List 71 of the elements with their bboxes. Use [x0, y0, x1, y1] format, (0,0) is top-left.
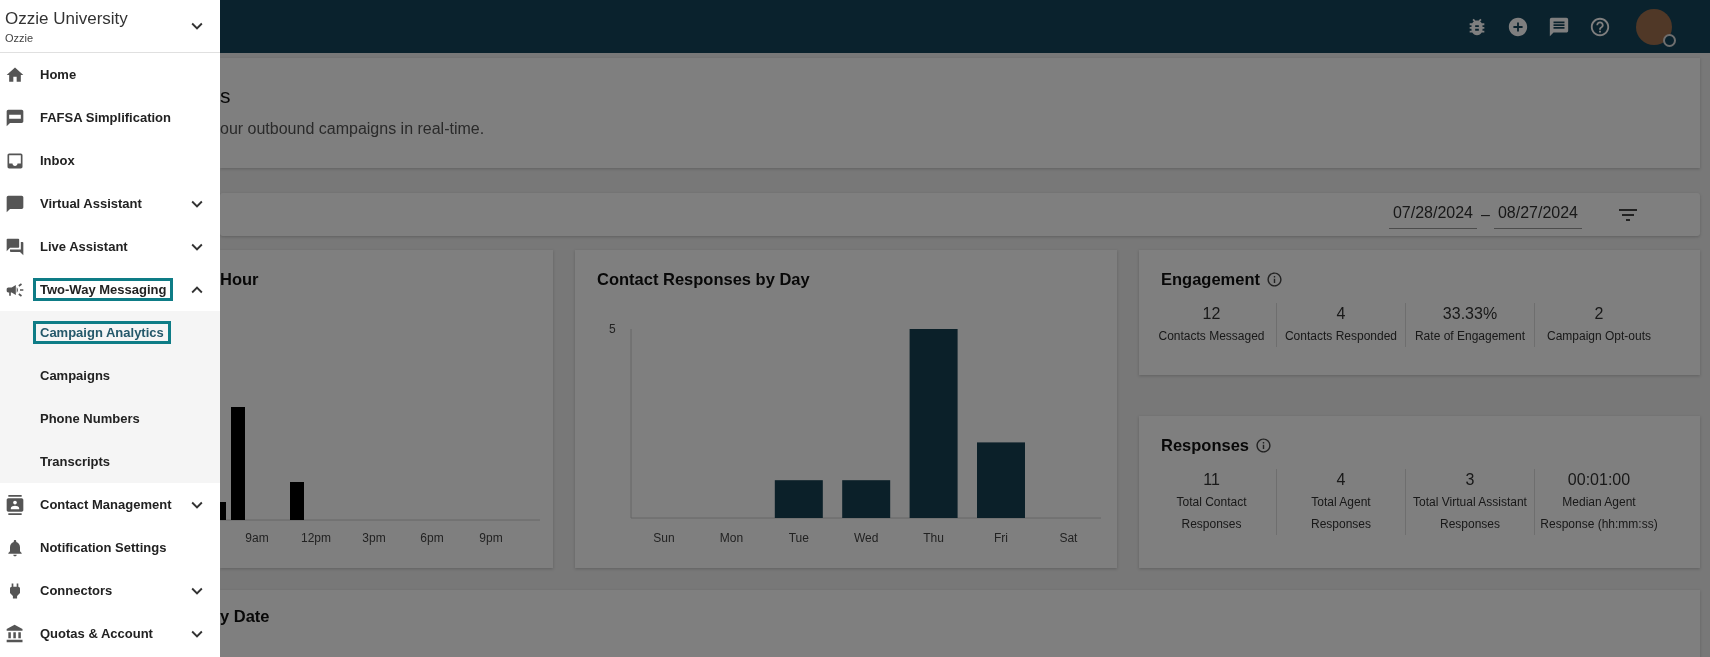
nav-item[interactable]: Transcripts: [40, 454, 208, 469]
nav-item[interactable]: Notification Settings: [40, 540, 208, 555]
stat-value: 33.33%: [1442, 304, 1498, 324]
add-icon[interactable]: [1507, 15, 1529, 38]
stat-label: Total Contact Responses: [1175, 494, 1248, 533]
nav-item[interactable]: Virtual Assistant: [40, 196, 186, 211]
stat-value: 2: [1594, 304, 1604, 324]
stat-label: Total Agent Responses: [1309, 494, 1372, 533]
bell-icon: [5, 537, 25, 558]
start-date-field[interactable]: 07/28/2024: [1388, 200, 1477, 229]
nav-item[interactable]: Two-Way Messaging: [33, 278, 174, 301]
page-title: s: [220, 84, 232, 108]
nav-item[interactable]: Connectors: [40, 583, 186, 598]
card-title: Engagement: [1161, 270, 1261, 289]
chat-bubbles-icon: [5, 236, 25, 257]
card-title: y Date: [220, 607, 270, 625]
stat-label: Median Agent Response (hh:mm:ss): [1539, 494, 1659, 533]
nav-item[interactable]: Inbox: [40, 153, 208, 168]
card-title: Contact Responses by Day: [597, 270, 810, 288]
page-subtitle: our outbound campaigns in real-time.: [220, 120, 486, 138]
stat-label: Campaign Opt-outs: [1546, 328, 1652, 345]
axis-label: Fri: [994, 531, 1008, 545]
bar: [774, 480, 823, 518]
nav-item[interactable]: Live Assistant: [40, 239, 186, 254]
axis-label: Mon: [719, 531, 744, 545]
nav-item[interactable]: FAFSA Simplification: [40, 110, 208, 125]
bank-icon: [5, 623, 25, 644]
nav-item[interactable]: Campaigns: [40, 368, 208, 383]
info-icon[interactable]: [1266, 271, 1284, 288]
end-date-field[interactable]: 08/27/2024: [1493, 200, 1582, 229]
nav-item[interactable]: Campaign Analytics: [33, 321, 171, 344]
stat-value: 4: [1336, 470, 1346, 490]
contact-card-icon: [5, 494, 25, 515]
axis-label: 9am: [245, 531, 269, 545]
stat-value: 00:01:00: [1567, 470, 1631, 490]
stat-label: Contacts Messaged: [1158, 328, 1265, 345]
nav-item[interactable]: Home: [40, 67, 208, 82]
organization-name: Ozzie University: [5, 8, 129, 29]
axis-label: Wed: [853, 531, 879, 545]
bar: [220, 502, 226, 520]
nav-item[interactable]: Quotas & Account: [40, 626, 186, 641]
axis-label: Sun: [653, 531, 675, 545]
info-icon[interactable]: [1255, 437, 1273, 454]
axis-label: 12pm: [301, 531, 331, 545]
help-icon[interactable]: [1589, 15, 1611, 38]
stat-value: 3: [1465, 470, 1475, 490]
chat-icon[interactable]: [1548, 15, 1570, 38]
stat-label: Total Virtual Assistant Responses: [1412, 494, 1528, 533]
stat-value: 11: [1203, 470, 1220, 490]
axis-label: 3pm: [362, 531, 386, 545]
stat-label: Rate of Engagement: [1414, 328, 1526, 345]
tick-label: 5: [609, 322, 616, 336]
nav-item[interactable]: Contact Management: [40, 497, 186, 512]
nav-item[interactable]: Phone Numbers: [40, 411, 208, 426]
axis-label: 6pm: [420, 531, 444, 545]
stat-label: Contacts Responded: [1284, 328, 1398, 345]
bar: [842, 480, 891, 518]
chat-icon: [5, 193, 25, 214]
axis-label: 9pm: [479, 531, 503, 545]
stat-value: 12: [1202, 304, 1221, 324]
organization-short-name: Ozzie: [5, 31, 35, 44]
status-indicator: [1663, 33, 1676, 47]
axis-label: Thu: [923, 531, 944, 545]
bar: [290, 482, 304, 520]
card-title: Hour: [220, 270, 259, 288]
stat-value: 4: [1336, 304, 1346, 324]
date-separator: –: [1481, 205, 1490, 224]
card-title: Responses: [1161, 436, 1250, 455]
axis-label: Tue: [788, 531, 809, 545]
message-icon: [5, 107, 25, 128]
axis-label: Sat: [1059, 531, 1078, 545]
